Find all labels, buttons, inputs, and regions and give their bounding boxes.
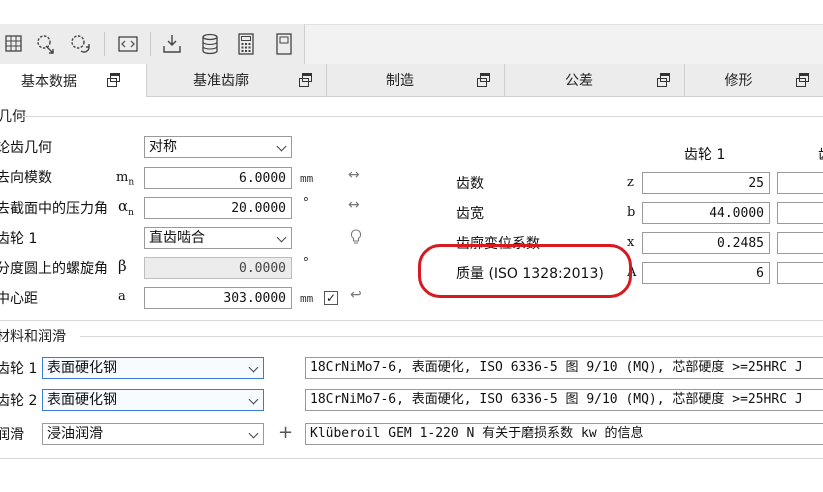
normal-module-unit: mm [300,172,314,185]
pressure-angle-label: 去截面中的压力角 [0,201,108,217]
center-distance-label: 中心距 [0,291,38,307]
quality-input-gear2[interactable] [777,262,823,284]
chevron-down-icon [248,362,259,373]
code-icon[interactable] [114,30,142,58]
teeth-input-gear2[interactable] [777,172,823,194]
chevron-down-icon [248,394,259,405]
material-gear2-select[interactable]: 表面硬化钢 [42,389,264,411]
quality-input[interactable]: 6 [642,262,770,284]
checkmark-icon: ✓ [325,291,337,305]
center-distance-symbol: a [118,289,126,304]
chevron-down-icon [248,428,259,439]
helix-angle-symbol: β [118,257,127,275]
gear1-type-label: 齿轮 1 [0,231,38,247]
normal-module-label: 去向模数 [0,170,52,186]
face-width-input[interactable]: 44.0000 [642,202,770,224]
restore-window-icon[interactable] [107,73,120,87]
convert-arrows-icon[interactable]: ↔ [348,197,360,213]
pressure-angle-symbol: αn [118,197,134,218]
table-icon[interactable] [0,30,28,58]
highlight-ring [418,244,632,298]
toolbar-group [0,24,305,64]
database-icon[interactable] [196,30,224,58]
teeth-input[interactable]: 25 [642,172,770,194]
tab-manufacturing[interactable]: 制造 [326,64,505,96]
gear-link-icon[interactable] [32,30,60,58]
title-strip [0,0,823,24]
gear-geometry-select[interactable]: 对称 [144,136,292,158]
divider [22,116,823,117]
section-title-materials: 材料和润滑 [0,329,66,345]
material-gear1-label: 齿轮 1 [0,361,38,377]
gear-type-select[interactable]: 直齿啮合 [144,227,292,249]
add-icon[interactable]: + [278,422,293,443]
face-width-label: 齿宽 [456,206,484,222]
center-distance-unit: mm [300,292,314,305]
restore-window-icon[interactable] [477,73,490,87]
pressure-angle-unit: ° [302,196,310,211]
helix-angle-unit: ° [302,256,310,271]
profile-shift-input[interactable]: 0.2485 [642,232,770,254]
convert-arrows-icon[interactable]: ↔ [348,167,360,183]
material-gear1-select[interactable]: 表面硬化钢 [42,357,264,379]
tab-basic-data[interactable]: 基本数据 [0,64,147,97]
face-width-symbol: b [627,205,636,220]
calculator-icon[interactable] [232,30,260,58]
chevron-down-icon [276,232,287,243]
material-gear2-label: 齿轮 2 [0,393,38,409]
pressure-angle-input[interactable]: 20.0000 [144,197,292,219]
gear1-column-header: 齿轮 1 [684,147,726,163]
tab-tolerances[interactable]: 公差 [504,64,685,96]
chevron-down-icon [276,141,287,152]
teeth-label: 齿数 [456,176,484,192]
gear-refresh-icon[interactable] [66,30,94,58]
lubrication-label: 润滑 [0,427,24,443]
gear-geometry-label: 论齿几何 [0,140,52,156]
tab-reference-profile[interactable]: 基准齿廓 [146,64,327,96]
material-gear2-description[interactable]: 18CrNiMo7-6, 表面硬化, ISO 6336-5 图 9/10 (MQ… [305,389,823,411]
lubricant-description[interactable]: Klüberoil GEM 1-220 N 有关于磨损系数 kw 的信息 [305,423,823,445]
profile-shift-symbol: x [627,235,635,250]
divider [0,320,823,321]
restore-window-icon[interactable] [796,73,809,87]
download-icon[interactable] [158,30,186,58]
restore-window-icon[interactable] [657,73,670,87]
center-distance-checkbox[interactable]: ✓ [324,291,338,305]
lubrication-select[interactable]: 浸油润滑 [42,423,264,445]
lightbulb-icon[interactable] [350,229,362,249]
material-gear1-description[interactable]: 18CrNiMo7-6, 表面硬化, ISO 6336-5 图 9/10 (MQ… [305,357,823,379]
helix-angle-input: 0.0000 [144,257,292,279]
divider [0,458,823,459]
tab-bar: 基本数据 基准齿廓 制造 公差 修形 [0,64,823,97]
normal-module-symbol: mn [116,170,135,188]
divider [80,336,823,337]
return-arrow-icon[interactable]: ↩ [350,287,362,303]
tab-modifications[interactable]: 修形 [684,64,823,96]
profile-shift-input-gear2[interactable] [777,232,823,254]
helix-angle-label: 分度圆上的螺旋角 [0,261,108,277]
normal-module-input[interactable]: 6.0000 [144,167,292,189]
center-distance-input[interactable]: 303.0000 [144,287,292,309]
restore-window-icon[interactable] [299,73,312,87]
face-width-input-gear2[interactable] [777,202,823,224]
gear2-column-header: 齿 [818,144,823,164]
report-icon[interactable] [270,30,298,58]
teeth-symbol: z [627,175,634,190]
